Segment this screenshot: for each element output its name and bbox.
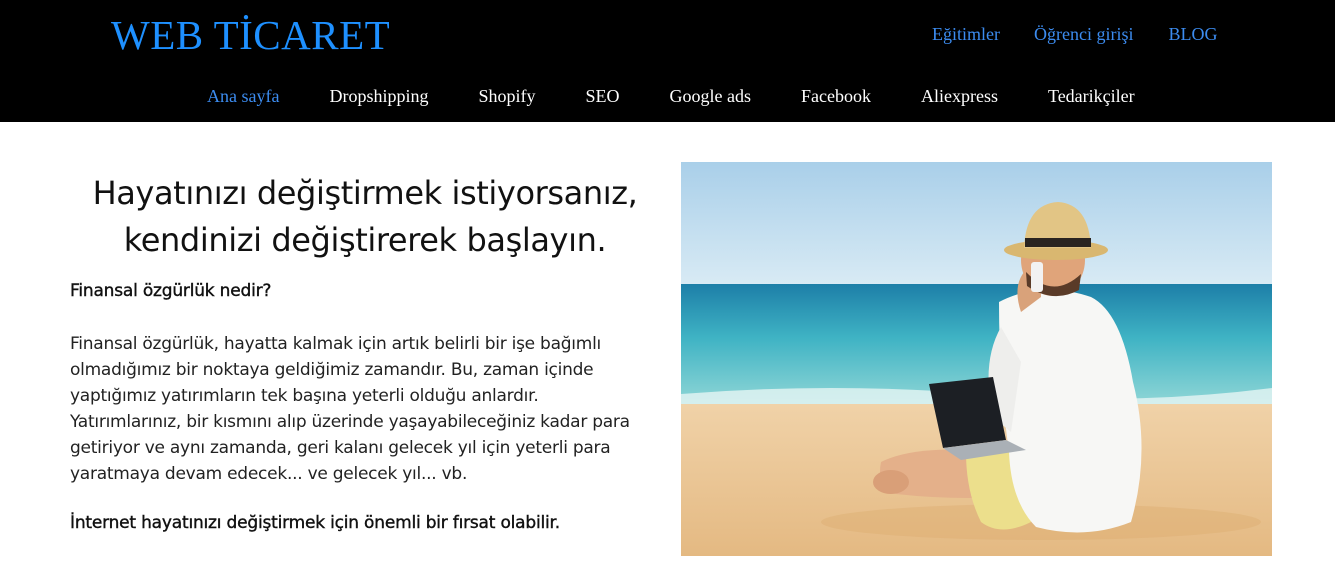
- nav-item-facebook[interactable]: Facebook: [801, 86, 871, 107]
- section-subheading: Finansal özgürlük nedir?: [70, 281, 272, 301]
- nav-item-dropshipping[interactable]: Dropshipping: [329, 86, 428, 107]
- top-links: Eğitimler Öğrenci girişi BLOG: [932, 24, 1217, 45]
- body-paragraph: Finansal özgürlük, hayatta kalmak için a…: [70, 334, 630, 484]
- top-link-blog[interactable]: BLOG: [1168, 24, 1217, 45]
- hero-heading: Hayatınızı değiştirmek istiyorsanız, ken…: [40, 170, 690, 264]
- hero-heading-line2: kendinizi değiştirerek başlayın.: [123, 221, 607, 259]
- top-link-ogrenci-girisi[interactable]: Öğrenci girişi: [1034, 24, 1133, 45]
- nav-item-seo[interactable]: SEO: [585, 86, 619, 107]
- hero-heading-line1: Hayatınızı değiştirmek istiyorsanız,: [92, 174, 638, 212]
- nav-item-tedarikciler[interactable]: Tedarikçiler: [1048, 86, 1135, 107]
- cta-text: İnternet hayatınızı değiştirmek için öne…: [70, 513, 561, 533]
- beach-illustration: [681, 162, 1272, 556]
- nav-item-ana-sayfa[interactable]: Ana sayfa: [207, 86, 279, 107]
- hero-image-beach-laptop: [681, 162, 1272, 556]
- main-nav: Ana sayfa Dropshipping Shopify SEO Googl…: [207, 86, 1135, 107]
- nav-item-google-ads[interactable]: Google ads: [670, 86, 751, 107]
- nav-item-shopify[interactable]: Shopify: [478, 86, 535, 107]
- top-link-egitimler[interactable]: Eğitimler: [932, 24, 1000, 45]
- site-logo[interactable]: WEB TİCARET: [111, 11, 390, 59]
- nav-item-aliexpress[interactable]: Aliexpress: [921, 86, 998, 107]
- site-header: WEB TİCARET Eğitimler Öğrenci girişi BLO…: [0, 0, 1335, 122]
